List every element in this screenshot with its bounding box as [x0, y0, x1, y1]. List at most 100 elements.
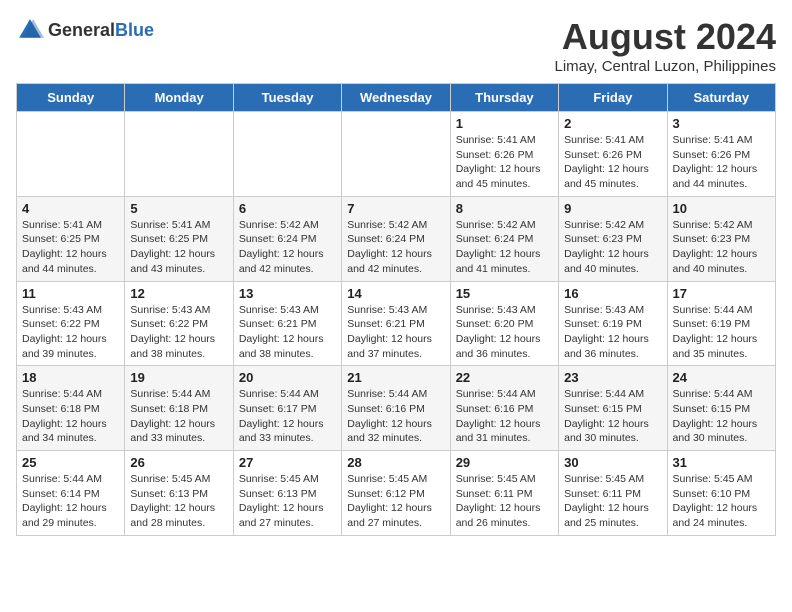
weekday-thursday: Thursday	[450, 84, 558, 112]
weekday-wednesday: Wednesday	[342, 84, 450, 112]
day-info: Sunrise: 5:43 AM Sunset: 6:19 PM Dayligh…	[564, 303, 661, 362]
table-row: 27Sunrise: 5:45 AM Sunset: 6:13 PM Dayli…	[233, 451, 341, 536]
table-row: 25 Sunrise: 5:44 AM Sunset: 6:14 PM Dayli…	[17, 451, 125, 536]
day-number: 1	[456, 116, 553, 131]
day-number: 28	[347, 455, 444, 470]
day-number: 8	[456, 201, 553, 216]
title-block: August 2024 Limay, Central Luzon, Philip…	[554, 16, 776, 75]
day-number: 15	[456, 286, 553, 301]
weekday-sunday: Sunday	[17, 84, 125, 112]
table-row: 12 Sunrise: 5:43 AM Sunset: 6:22 PM Dayli…	[125, 281, 233, 366]
table-row: 31 Sunrise: 5:45 AM Sunset: 6:10 PM Dayli…	[667, 451, 775, 536]
calendar-row: 11 Sunrise: 5:43 AM Sunset: 6:22 PM Dayli…	[17, 281, 776, 366]
table-row: 3 Sunrise: 5:41 AM Sunset: 6:26 PM Daylig…	[667, 112, 775, 197]
day-info: Sunrise: 5:43 AM Sunset: 6:22 PM Dayligh…	[130, 303, 227, 362]
table-row: 2 Sunrise: 5:41 AM Sunset: 6:26 PM Daylig…	[559, 112, 667, 197]
month-year: August 2024	[554, 16, 776, 58]
calendar-row: 1 Sunrise: 5:41 AM Sunset: 6:26 PM Daylig…	[17, 112, 776, 197]
location: Limay, Central Luzon, Philippines	[554, 58, 776, 75]
table-row: 15 Sunrise: 5:43 AM Sunset: 6:20 PM Dayli…	[450, 281, 558, 366]
day-info: Sunrise: 5:42 AM Sunset: 6:24 PM Dayligh…	[456, 218, 553, 277]
day-info: Sunrise: 5:42 AM Sunset: 6:24 PM Dayligh…	[347, 218, 444, 277]
weekday-monday: Monday	[125, 84, 233, 112]
day-number: 26	[130, 455, 227, 470]
weekday-friday: Friday	[559, 84, 667, 112]
table-row: 4 Sunrise: 5:41 AM Sunset: 6:25 PM Daylig…	[17, 196, 125, 281]
table-row	[342, 112, 450, 197]
day-info: Sunrise: 5:41 AM Sunset: 6:26 PM Dayligh…	[456, 133, 553, 192]
page-header: GeneralBlue August 2024 Limay, Central L…	[16, 16, 776, 75]
day-number: 19	[130, 370, 227, 385]
day-info: Sunrise: 5:44 AM Sunset: 6:18 PM Dayligh…	[130, 387, 227, 446]
day-number: 22	[456, 370, 553, 385]
day-info: Sunrise: 5:45 AM Sunset: 6:11 PM Dayligh…	[456, 472, 553, 531]
weekday-header-row: Sunday Monday Tuesday Wednesday Thursday…	[17, 84, 776, 112]
logo: GeneralBlue	[16, 16, 154, 44]
day-info: Sunrise: 5:43 AM Sunset: 6:20 PM Dayligh…	[456, 303, 553, 362]
table-row: 10 Sunrise: 5:42 AM Sunset: 6:23 PM Dayli…	[667, 196, 775, 281]
table-row: 16 Sunrise: 5:43 AM Sunset: 6:19 PM Dayli…	[559, 281, 667, 366]
table-row	[233, 112, 341, 197]
table-row: 9Sunrise: 5:42 AM Sunset: 6:23 PM Daylig…	[559, 196, 667, 281]
day-number: 2	[564, 116, 661, 131]
day-info: Sunrise: 5:44 AM Sunset: 6:19 PM Dayligh…	[673, 303, 770, 362]
day-number: 12	[130, 286, 227, 301]
day-number: 6	[239, 201, 336, 216]
calendar-row: 4 Sunrise: 5:41 AM Sunset: 6:25 PM Daylig…	[17, 196, 776, 281]
table-row: 20 Sunrise: 5:44 AM Sunset: 6:17 PM Dayli…	[233, 366, 341, 451]
day-info: Sunrise: 5:41 AM Sunset: 6:25 PM Dayligh…	[22, 218, 119, 277]
weekday-tuesday: Tuesday	[233, 84, 341, 112]
day-number: 18	[22, 370, 119, 385]
day-number: 25	[22, 455, 119, 470]
table-row: 18Sunrise: 5:44 AM Sunset: 6:18 PM Dayli…	[17, 366, 125, 451]
weekday-saturday: Saturday	[667, 84, 775, 112]
day-info: Sunrise: 5:43 AM Sunset: 6:21 PM Dayligh…	[347, 303, 444, 362]
day-number: 7	[347, 201, 444, 216]
day-number: 5	[130, 201, 227, 216]
table-row: 1 Sunrise: 5:41 AM Sunset: 6:26 PM Daylig…	[450, 112, 558, 197]
day-number: 21	[347, 370, 444, 385]
day-number: 31	[673, 455, 770, 470]
day-info: Sunrise: 5:42 AM Sunset: 6:24 PM Dayligh…	[239, 218, 336, 277]
calendar-table: Sunday Monday Tuesday Wednesday Thursday…	[16, 83, 776, 536]
day-info: Sunrise: 5:42 AM Sunset: 6:23 PM Dayligh…	[673, 218, 770, 277]
day-number: 16	[564, 286, 661, 301]
day-info: Sunrise: 5:45 AM Sunset: 6:12 PM Dayligh…	[347, 472, 444, 531]
day-number: 13	[239, 286, 336, 301]
table-row: 11Sunrise: 5:43 AM Sunset: 6:22 PM Dayli…	[17, 281, 125, 366]
table-row: 29 Sunrise: 5:45 AM Sunset: 6:11 PM Dayli…	[450, 451, 558, 536]
table-row: 5 Sunrise: 5:41 AM Sunset: 6:25 PM Daylig…	[125, 196, 233, 281]
day-info: Sunrise: 5:41 AM Sunset: 6:26 PM Dayligh…	[564, 133, 661, 192]
day-info: Sunrise: 5:45 AM Sunset: 6:11 PM Dayligh…	[564, 472, 661, 531]
day-number: 3	[673, 116, 770, 131]
day-info: Sunrise: 5:45 AM Sunset: 6:10 PM Dayligh…	[673, 472, 770, 531]
day-number: 29	[456, 455, 553, 470]
day-number: 11	[22, 286, 119, 301]
day-info: Sunrise: 5:42 AM Sunset: 6:23 PM Dayligh…	[564, 218, 661, 277]
day-info: Sunrise: 5:44 AM Sunset: 6:15 PM Dayligh…	[564, 387, 661, 446]
day-info: Sunrise: 5:44 AM Sunset: 6:16 PM Dayligh…	[347, 387, 444, 446]
day-info: Sunrise: 5:44 AM Sunset: 6:14 PM Dayligh…	[22, 472, 119, 531]
table-row: 8 Sunrise: 5:42 AM Sunset: 6:24 PM Daylig…	[450, 196, 558, 281]
day-info: Sunrise: 5:44 AM Sunset: 6:16 PM Dayligh…	[456, 387, 553, 446]
day-info: Sunrise: 5:41 AM Sunset: 6:25 PM Dayligh…	[130, 218, 227, 277]
day-info: Sunrise: 5:43 AM Sunset: 6:21 PM Dayligh…	[239, 303, 336, 362]
day-number: 14	[347, 286, 444, 301]
table-row: 19 Sunrise: 5:44 AM Sunset: 6:18 PM Dayli…	[125, 366, 233, 451]
day-info: Sunrise: 5:41 AM Sunset: 6:26 PM Dayligh…	[673, 133, 770, 192]
day-info: Sunrise: 5:44 AM Sunset: 6:17 PM Dayligh…	[239, 387, 336, 446]
day-number: 4	[22, 201, 119, 216]
table-row: 28 Sunrise: 5:45 AM Sunset: 6:12 PM Dayli…	[342, 451, 450, 536]
calendar-row: 18 Sunrise: 5:44 AM Sunset: 6:18 PM Dayli…	[17, 366, 776, 451]
day-number: 20	[239, 370, 336, 385]
table-row: 23Sunrise: 5:44 AM Sunset: 6:15 PM Dayli…	[559, 366, 667, 451]
table-row: 22 Sunrise: 5:44 AM Sunset: 6:16 PM Dayli…	[450, 366, 558, 451]
day-info: Sunrise: 5:44 AM Sunset: 6:15 PM Dayligh…	[673, 387, 770, 446]
day-number: 10	[673, 201, 770, 216]
day-number: 17	[673, 286, 770, 301]
table-row: 26Sunrise: 5:45 AM Sunset: 6:13 PM Dayli…	[125, 451, 233, 536]
table-row: 13 Sunrise: 5:43 AM Sunset: 6:21 PM Dayli…	[233, 281, 341, 366]
table-row: 7 Sunrise: 5:42 AM Sunset: 6:24 PM Daylig…	[342, 196, 450, 281]
logo-icon	[16, 16, 44, 44]
table-row: 14 Sunrise: 5:43 AM Sunset: 6:21 PM Dayli…	[342, 281, 450, 366]
